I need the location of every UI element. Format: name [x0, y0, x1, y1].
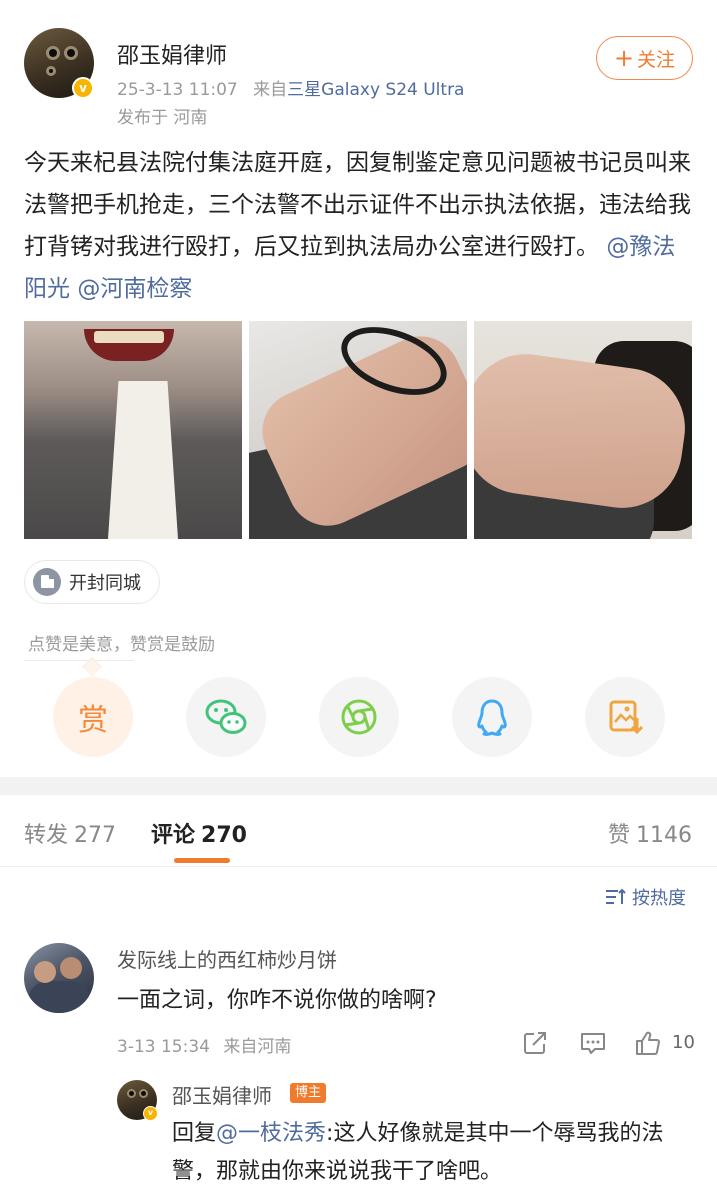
- source-prefix: 来自: [253, 80, 288, 100]
- tab-comments[interactable]: 评论 270: [151, 817, 247, 849]
- share-qq-button[interactable]: [452, 677, 532, 757]
- reply-prefix: 回复: [172, 1121, 217, 1146]
- commenter-avatar[interactable]: [24, 943, 94, 1013]
- qq-icon: [477, 699, 507, 736]
- sort-icon: [606, 888, 626, 904]
- building-icon: [33, 568, 61, 596]
- tab-count: 270: [201, 823, 247, 848]
- wechat-icon: [205, 699, 247, 734]
- verified-badge-icon: v: [143, 1106, 158, 1121]
- share-wechat-button[interactable]: [186, 677, 266, 757]
- verified-badge-icon: v: [72, 77, 94, 99]
- post-meta: 25-3-13 11:07 来自三星Galaxy S24 Ultra: [117, 75, 464, 100]
- post-time: 25-3-13 11:07: [117, 80, 238, 100]
- tab-count: 1146: [636, 823, 693, 848]
- mention-link[interactable]: @河南检察: [77, 276, 192, 302]
- comment-meta: 3-13 15:34 来自河南: [117, 1032, 291, 1057]
- post-body: 今天来杞县法院付集法庭开庭，因复制鉴定意见问题被书记员叫来法警把手机抢走，三个法…: [24, 142, 696, 310]
- commenter-name[interactable]: 发际线上的西红柿炒月饼: [117, 944, 337, 973]
- post-photo[interactable]: [249, 321, 467, 539]
- like-count: 10: [672, 1032, 695, 1053]
- op-badge: 博主: [290, 1083, 327, 1103]
- reward-icon: 赏: [78, 703, 108, 738]
- post-photo[interactable]: [24, 321, 242, 539]
- post-text: 今天来杞县法院付集法庭开庭，因复制鉴定意见问题被书记员叫来法警把手机抢走，三个法…: [24, 150, 691, 260]
- divider: [24, 660, 134, 661]
- tab-label: 转发: [24, 823, 69, 848]
- section-divider: [0, 777, 717, 795]
- post-photo[interactable]: [474, 321, 692, 539]
- comment-icon[interactable]: [579, 1030, 607, 1056]
- tab-label: 评论: [151, 823, 196, 848]
- device-link[interactable]: 三星Galaxy S24 Ultra: [287, 80, 464, 100]
- tab-count: 277: [74, 823, 117, 848]
- share-moments-button[interactable]: [319, 677, 399, 757]
- author-name[interactable]: 邵玉娟律师: [117, 38, 227, 70]
- sort-button[interactable]: 按热度: [604, 884, 686, 910]
- comment-location: 来自河南: [223, 1037, 292, 1057]
- follow-button[interactable]: + 关注: [596, 36, 693, 80]
- reward-button[interactable]: 赏: [53, 677, 133, 757]
- reply-text-block: 回复@一枝法秀:这人好像就是其中一个辱骂我的法警，那就由你来说说我干了啥吧。: [172, 1115, 692, 1191]
- mention-link[interactable]: @一枝法秀: [216, 1121, 326, 1146]
- sort-label: 按热度: [632, 888, 686, 909]
- save-image-icon: [609, 700, 643, 735]
- follow-label: 关注: [637, 48, 676, 71]
- tab-label: 赞: [608, 823, 631, 848]
- tab-indicator: [174, 858, 230, 863]
- like-icon[interactable]: [634, 1030, 662, 1056]
- reward-tip: 点赞是美意，赞赏是鼓励: [28, 635, 215, 655]
- moments-icon: [341, 699, 377, 735]
- tab-likes[interactable]: 赞 1146: [608, 817, 692, 849]
- comment-time: 3-13 15:34: [117, 1037, 210, 1057]
- plus-icon: +: [613, 44, 635, 72]
- location-chip[interactable]: 开封同城: [24, 560, 160, 604]
- share-icon[interactable]: [522, 1030, 548, 1056]
- comment-tabbar: 转发 277 评论 270 赞 1146: [0, 795, 717, 867]
- save-image-button[interactable]: [585, 677, 665, 757]
- comment-text: 一面之词，你咋不说你做的啥啊?: [117, 988, 437, 1013]
- post-location: 发布于 河南: [117, 108, 208, 128]
- tab-reposts[interactable]: 转发 277: [24, 817, 116, 849]
- reply-author-name[interactable]: 邵玉娟律师: [172, 1080, 272, 1109]
- post-header: v 邵玉娟律师 25-3-13 11:07 来自三星Galaxy S24 Ult…: [0, 0, 717, 140]
- location-chip-label: 开封同城: [69, 573, 141, 594]
